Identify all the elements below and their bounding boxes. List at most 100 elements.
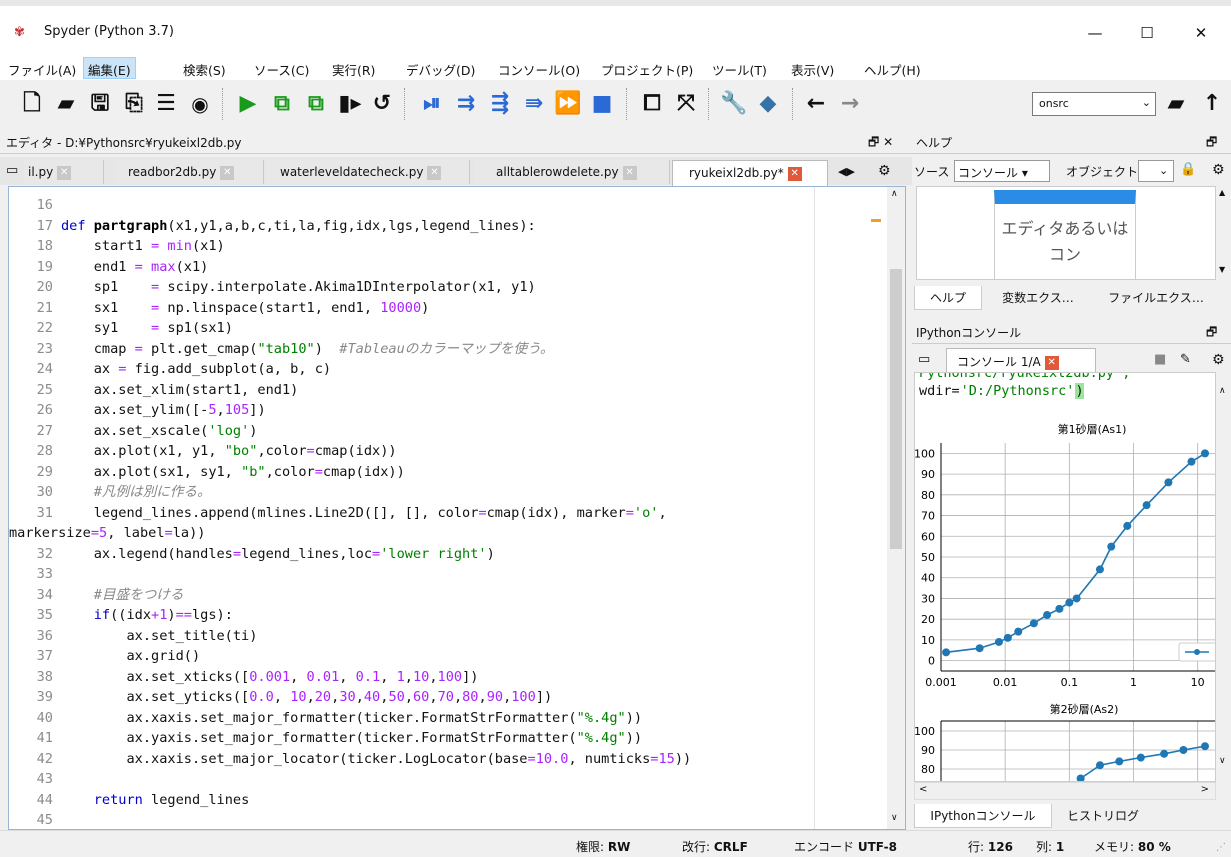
gear-icon[interactable]: ⚙ <box>1212 352 1225 368</box>
forward-arrow-icon[interactable]: → <box>834 88 866 120</box>
spyder-icon: ✾ <box>14 25 25 40</box>
tab-alltablerowdelete[interactable]: alltablerowdelete.py ✕ <box>474 160 670 184</box>
tab-close-icon[interactable]: ✕ <box>622 165 637 180</box>
tab-file-explorer[interactable]: ファイルエクス… <box>1096 286 1216 310</box>
preferences-wrench-icon[interactable]: 🔧 <box>718 88 750 120</box>
code-line: 37 ax.grid() <box>9 646 889 667</box>
data-point <box>1187 457 1196 466</box>
line-number: 19 <box>36 258 53 275</box>
stop-debug-icon[interactable]: ■ <box>586 88 618 120</box>
list-icon[interactable]: ☰ <box>150 88 182 120</box>
menu-item[interactable]: デバッグ(D) <box>406 60 475 79</box>
browse-tabs-icon[interactable]: ▭ <box>918 352 930 367</box>
step-icon[interactable]: ⇉ <box>450 88 482 120</box>
tab-ipython-console[interactable]: IPythonコンソール <box>914 804 1052 828</box>
working-directory-combo[interactable]: onsrc ⌄ <box>1032 92 1156 116</box>
maximize-button[interactable]: ☐ <box>1124 18 1170 48</box>
python-path-icon[interactable]: ◆ <box>752 88 784 120</box>
gear-icon[interactable]: ⚙ <box>1212 162 1225 178</box>
step-into-icon[interactable]: ⇶ <box>484 88 516 120</box>
tab-scroll-arrows-icon[interactable]: ◀▶ <box>838 165 855 178</box>
menu-item[interactable]: 実行(R) <box>332 60 375 79</box>
console-hscrollbar[interactable]: < > <box>914 782 1216 800</box>
line-number: 43 <box>36 771 53 787</box>
tab-close-icon[interactable]: ✕ <box>427 165 442 180</box>
status-memory: メモリ: 80 % <box>1094 840 1171 854</box>
browse-tabs-icon[interactable]: ◉ <box>184 88 216 120</box>
help-title: ヘルプ <box>916 136 953 150</box>
menu-item[interactable]: コンソール(O) <box>498 60 580 79</box>
menu-item[interactable]: 検索(S) <box>183 60 226 79</box>
menu-item[interactable]: ファイル(A) <box>8 60 76 79</box>
tab-close-icon[interactable]: ✕ <box>1044 355 1059 370</box>
undock-close-icons[interactable]: 🗗 ✕ <box>868 133 893 154</box>
tab-close-icon[interactable]: ✕ <box>787 166 802 181</box>
code-line: 16 <box>9 195 889 216</box>
menu-item[interactable]: ソース(C) <box>254 60 309 79</box>
x-tick-label: 0.01 <box>993 676 1018 689</box>
run-icon[interactable]: ▶ <box>232 88 264 120</box>
run-cell-icon[interactable]: ⧉ <box>266 88 298 120</box>
tab-variable-explorer[interactable]: 変数エクス… <box>986 286 1090 310</box>
line-number: 23 <box>36 340 53 357</box>
parent-dir-icon[interactable]: ↑ <box>1196 88 1228 120</box>
y-tick-label: 80 <box>921 763 935 776</box>
source-select[interactable]: コンソール ▾ <box>954 160 1050 182</box>
data-point <box>1115 757 1124 766</box>
code-editor[interactable]: 16 17 def partgraph(x1,y1,a,b,c,ti,la,fig,… <box>8 186 906 849</box>
stop-square-icon[interactable]: ■ <box>1154 352 1166 367</box>
open-folder-icon[interactable]: ▰ <box>50 88 82 120</box>
scroll-up-icon[interactable]: ∧ <box>891 189 898 199</box>
gear-icon[interactable]: ⚙ <box>878 163 891 179</box>
debug-icon[interactable]: ⏯ <box>416 88 448 120</box>
save-icon[interactable]: 🖫 <box>84 88 116 120</box>
code-line: 27 ax.set_xscale('log') <box>9 421 889 442</box>
continue-icon[interactable]: ⏩ <box>552 88 584 120</box>
tab-waterleveldatecheck[interactable]: waterleveldatecheck.py ✕ <box>266 160 470 184</box>
step-return-icon[interactable]: ⇛ <box>518 88 550 120</box>
code-line: 24 ax = fig.add_subplot(a, b, c) <box>9 359 889 380</box>
console-scrollbar[interactable]: ∧ ∨ <box>1216 372 1231 782</box>
tab-il[interactable]: il.py ✕ <box>24 160 104 184</box>
rerun-icon[interactable]: ↺ <box>366 88 398 120</box>
data-point <box>1200 449 1209 458</box>
editor-scrollbar[interactable]: ∧ ∨ <box>887 187 905 829</box>
browse-tabs-icon[interactable]: ▭ <box>6 163 18 178</box>
menu-item[interactable]: 表示(V) <box>791 60 834 79</box>
maximize-pane-icon[interactable]: ⧠ <box>636 88 668 120</box>
code-line: 31 legend_lines.append(mlines.Line2D([],… <box>9 503 889 524</box>
save-all-icon[interactable]: ⎘ <box>118 88 150 120</box>
new-file-icon[interactable]: 🗋 <box>16 88 48 120</box>
tab-console-1a[interactable]: コンソール 1/A ✕ <box>946 348 1096 372</box>
legend-marker <box>1194 649 1200 655</box>
tab-close-icon[interactable]: ✕ <box>57 165 72 180</box>
run-selection-icon[interactable]: ▮▸ <box>334 88 366 120</box>
back-arrow-icon[interactable]: ← <box>800 88 832 120</box>
menu-item[interactable]: ヘルプ(H) <box>864 60 921 79</box>
tab-ryukeixl2db[interactable]: ryukeixl2db.py* ✕ <box>672 160 828 186</box>
help-scrollbar[interactable]: ▲ ▼ <box>1216 186 1231 280</box>
lock-icon[interactable]: 🔒 <box>1180 162 1196 177</box>
close-button[interactable]: ✕ <box>1178 18 1224 48</box>
code-text: ax.xaxis.set_major_locator(ticker.LogLoc… <box>61 750 692 767</box>
menu-item[interactable]: プロジェクト(P) <box>601 60 693 79</box>
toolbar-separator <box>404 88 405 120</box>
eraser-icon[interactable]: ✎ <box>1180 352 1191 367</box>
menu-item[interactable]: 編集(E) <box>83 57 136 79</box>
minimize-button[interactable]: — <box>1072 18 1118 48</box>
x-tick-label: 10 <box>1191 676 1205 689</box>
fullscreen-icon[interactable]: ⤧ <box>670 88 702 120</box>
ipython-console[interactable]: Pythonsrc/ryukeixl2db.py', wdir='D:/Pyth… <box>914 372 1216 782</box>
run-cell-advance-icon[interactable]: ⧉ <box>300 88 332 120</box>
tab-readbor2db[interactable]: readbor2db.py ✕ <box>116 160 264 184</box>
scrollbar-thumb[interactable] <box>890 269 902 549</box>
code-line: 30 #凡例は別に作る。 <box>9 482 889 503</box>
tab-close-icon[interactable]: ✕ <box>220 165 235 180</box>
scroll-down-icon[interactable]: ∨ <box>891 813 898 823</box>
tab-history-log[interactable]: ヒストリログ <box>1058 804 1148 828</box>
browse-folder-icon[interactable]: ▰ <box>1160 88 1192 120</box>
menu-item[interactable]: ツール(T) <box>712 60 767 79</box>
code-area[interactable]: 16 17 def partgraph(x1,y1,a,b,c,ti,la,fig,… <box>9 195 889 851</box>
object-combo[interactable]: ⌄ <box>1138 160 1174 182</box>
tab-help[interactable]: ヘルプ <box>914 286 982 310</box>
